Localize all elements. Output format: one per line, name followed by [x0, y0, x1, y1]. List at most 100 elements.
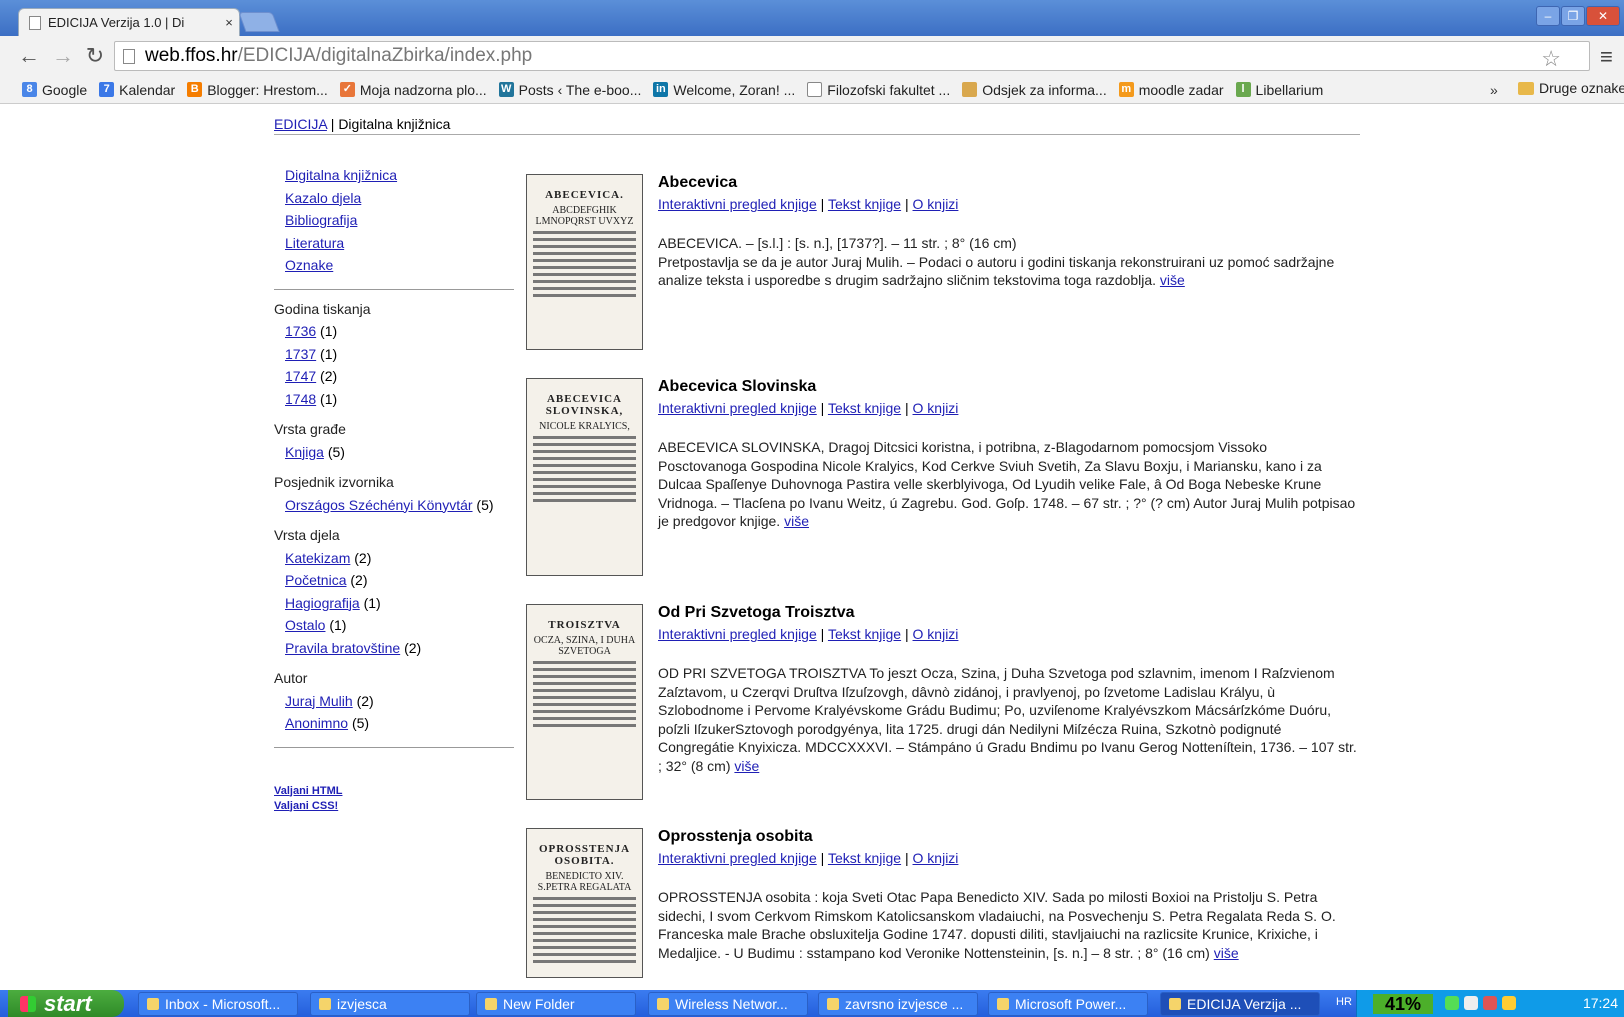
- book-text-link[interactable]: Tekst knjige: [828, 400, 901, 416]
- facet-count: (5): [476, 496, 494, 513]
- taskbar-item[interactable]: zavrsno izvjesce ...: [818, 992, 978, 1016]
- address-bar[interactable]: web.ffos.hr/EDICIJA/digitalnaZbirka/inde…: [114, 41, 1590, 71]
- bookmark-star-icon[interactable]: ☆: [1541, 46, 1561, 72]
- google-icon: 8: [22, 82, 37, 97]
- facet-link[interactable]: Početnica: [285, 572, 346, 588]
- battery-indicator[interactable]: 41%: [1373, 994, 1433, 1014]
- facet-link[interactable]: Ostalo: [285, 617, 325, 633]
- taskbar-item[interactable]: New Folder: [476, 992, 636, 1016]
- bookmark-item[interactable]: l Libellarium: [1235, 82, 1323, 98]
- facet-link[interactable]: 1736: [285, 323, 316, 339]
- cover-line: [533, 464, 636, 467]
- facet-link[interactable]: Anonimno: [285, 715, 348, 731]
- valid-html-link[interactable]: Valjani HTML: [274, 784, 514, 799]
- interactive-preview-link[interactable]: Interaktivni pregled knjige: [658, 850, 817, 866]
- facet-link[interactable]: 1747: [285, 368, 316, 384]
- more-link[interactable]: više: [1214, 945, 1239, 961]
- cover-title-text: OPROSSTENJA OSOBITA.: [538, 843, 631, 867]
- taskbar-item[interactable]: Microsoft Power...: [988, 992, 1148, 1016]
- more-link[interactable]: više: [784, 513, 809, 529]
- cover-line: [533, 946, 636, 949]
- facet-item: Početnica (2): [285, 569, 514, 592]
- taskbar-item[interactable]: EDICIJA Verzija ...: [1160, 992, 1320, 1016]
- bookmark-item[interactable]: 8 Google: [22, 82, 87, 98]
- start-button[interactable]: start: [8, 990, 124, 1017]
- taskbar-item[interactable]: Inbox - Microsoft...: [138, 992, 298, 1016]
- about-book-link[interactable]: O knjizi: [913, 850, 959, 866]
- bookmark-item[interactable]: Odsjek za informa...: [962, 82, 1107, 98]
- bookmark-item[interactable]: W Posts ‹ The e-boo...: [498, 82, 641, 98]
- entry-body: Abecevica Interaktivni pregled knjige | T…: [658, 174, 1358, 290]
- sidebar-nav-link[interactable]: Digitalna knjižnica: [285, 164, 514, 187]
- more-link[interactable]: više: [1160, 272, 1185, 288]
- maximize-button[interactable]: ❐: [1561, 6, 1585, 26]
- network-icon[interactable]: [1445, 996, 1459, 1010]
- book-text-link[interactable]: Tekst knjige: [828, 850, 901, 866]
- book-cover-thumbnail[interactable]: TROISZTVA OCZA, SZINA, I DUHA SZVETOGA: [526, 604, 643, 800]
- facet-link[interactable]: Pravila bratovštine: [285, 640, 400, 656]
- facet-link[interactable]: Juraj Mulih: [285, 693, 353, 709]
- folder-icon: [1518, 81, 1534, 95]
- reload-icon[interactable]: ↻: [82, 44, 108, 68]
- interactive-preview-link[interactable]: Interaktivni pregled knjige: [658, 196, 817, 212]
- sidebar-nav-link[interactable]: Oznake: [285, 254, 514, 277]
- book-text-link[interactable]: Tekst knjige: [828, 196, 901, 212]
- book-cover-thumbnail[interactable]: OPROSSTENJA OSOBITA. BENEDICTO XIV. S.PET…: [526, 828, 643, 978]
- book-cover-thumbnail[interactable]: ABECEVICA. ABCDEFGHIK LMNOPQRST UVXYZ: [526, 174, 643, 350]
- valid-css-link[interactable]: Valjani CSS!: [274, 799, 514, 814]
- sidebar-nav-link[interactable]: Literatura: [285, 232, 514, 255]
- bookmark-item[interactable]: ✓ Moja nadzorna plo...: [339, 82, 487, 98]
- security-icon[interactable]: [1483, 996, 1497, 1010]
- browser-menu-icon[interactable]: ≡: [1600, 44, 1613, 70]
- taskbar-item[interactable]: izvjesca: [310, 992, 470, 1016]
- facet-title: Posjednik izvornika: [274, 474, 394, 490]
- interactive-preview-link[interactable]: Interaktivni pregled knjige: [658, 626, 817, 642]
- book-text-link[interactable]: Tekst knjige: [828, 626, 901, 642]
- facet-link[interactable]: 1737: [285, 346, 316, 362]
- more-link[interactable]: više: [734, 758, 759, 774]
- tab-title: EDICIJA Verzija 1.0 | Di: [48, 15, 185, 30]
- bookmark-item[interactable]: B Blogger: Hrestom...: [187, 82, 328, 98]
- facet-link[interactable]: Országos Széchényi Könyvtár: [285, 497, 473, 513]
- forward-arrow-icon[interactable]: →: [50, 44, 76, 68]
- browser-toolbar: ← → ↻ web.ffos.hr/EDICIJA/digitalnaZbirk…: [0, 36, 1624, 76]
- about-book-link[interactable]: O knjizi: [913, 626, 959, 642]
- cover-title-text: ABECEVICA.: [545, 189, 624, 201]
- tab-close-icon[interactable]: ×: [219, 15, 239, 30]
- back-arrow-icon[interactable]: ←: [16, 44, 42, 68]
- facet-count: (1): [320, 323, 338, 339]
- sidebar-nav-link[interactable]: Bibliografija: [285, 209, 514, 232]
- bookmark-item[interactable]: Filozofski fakultet ...: [807, 82, 950, 98]
- bookmark-label: Filozofski fakultet ...: [827, 81, 951, 98]
- entry-title: Abecevica: [658, 174, 738, 191]
- facet-count: (2): [350, 572, 368, 588]
- facet-link[interactable]: Knjiga: [285, 444, 324, 460]
- cover-text-lines: [533, 897, 636, 963]
- book-cover-thumbnail[interactable]: ABECEVICA SLOVINSKA, NICOLE KRALYICS,: [526, 378, 643, 576]
- browser-tab-active[interactable]: EDICIJA Verzija 1.0 | Di ×: [18, 8, 240, 36]
- sidebar-nav-link[interactable]: Kazalo djela: [285, 187, 514, 210]
- bookmark-item[interactable]: 7 Kalendar: [99, 82, 175, 98]
- about-book-link[interactable]: O knjizi: [913, 400, 959, 416]
- facet-link[interactable]: Hagiografija: [285, 595, 360, 611]
- bookmarks-overflow-chevron[interactable]: »: [1490, 82, 1498, 98]
- breadcrumb-home-link[interactable]: EDICIJA: [274, 116, 327, 132]
- system-tray: 41% 17:24: [1356, 990, 1624, 1017]
- about-book-link[interactable]: O knjizi: [913, 196, 959, 212]
- close-window-button[interactable]: ✕: [1586, 6, 1620, 26]
- facet-link[interactable]: 1748: [285, 391, 316, 407]
- new-tab-button[interactable]: [238, 12, 280, 32]
- language-indicator[interactable]: HR: [1336, 996, 1352, 1008]
- interactive-preview-link[interactable]: Interaktivni pregled knjige: [658, 400, 817, 416]
- taskbar-item-label: izvjesca: [337, 996, 387, 1012]
- facet-link[interactable]: Katekizam: [285, 550, 350, 566]
- other-bookmarks-folder[interactable]: Druge oznake: [1518, 80, 1624, 96]
- bookmark-item[interactable]: in Welcome, Zoran! ...: [653, 82, 795, 98]
- volume-icon[interactable]: [1464, 996, 1478, 1010]
- bookmark-item[interactable]: m moodle zadar: [1118, 82, 1224, 98]
- cover-line: [533, 436, 636, 439]
- taskbar-item[interactable]: Wireless Networ...: [648, 992, 808, 1016]
- update-icon[interactable]: [1502, 996, 1516, 1010]
- clock: 17:24: [1582, 995, 1618, 1011]
- minimize-button[interactable]: –: [1536, 6, 1560, 26]
